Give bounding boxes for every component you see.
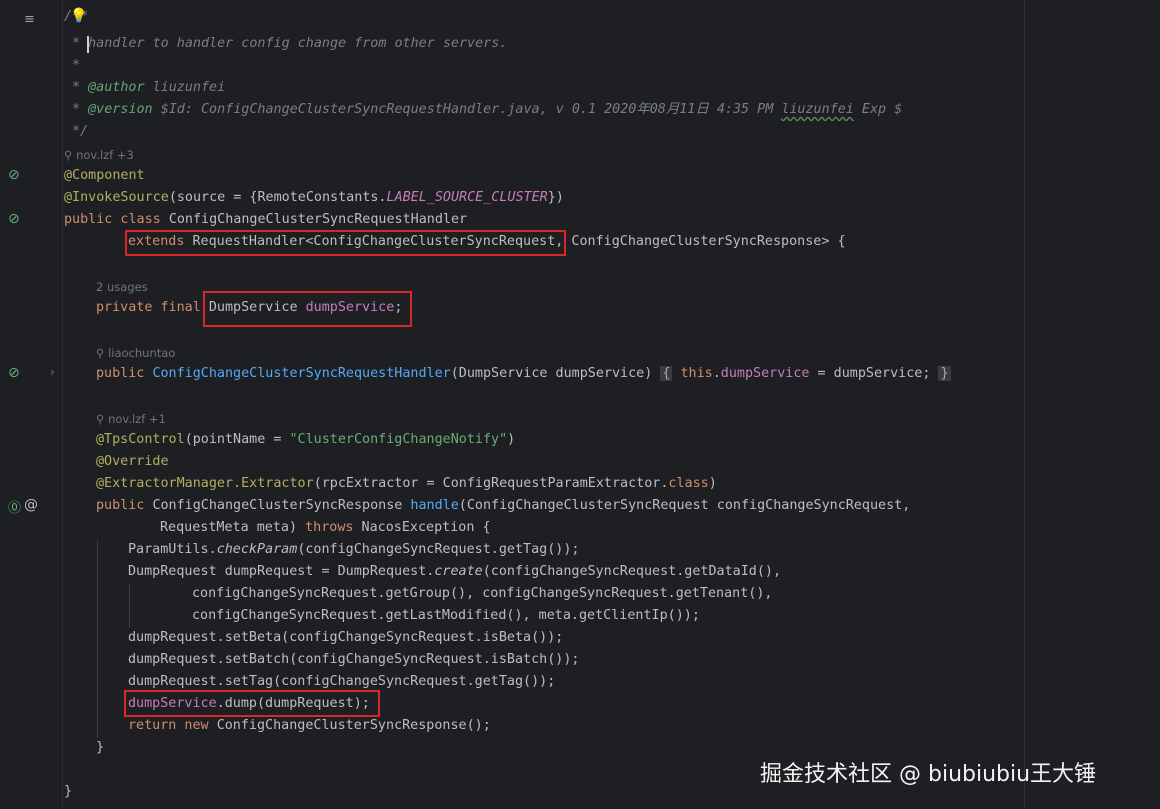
code-vision-author[interactable]: ⚲ nov.lzf +3 [64,147,134,163]
editor-gutter: ≡ ⊘ ⊘ ⊘ › ⓪ @ [0,0,63,809]
right-margin-guide [1024,0,1025,809]
code-line-dump-request-args2: configChangeSyncRequest.getLastModified(… [192,608,700,623]
code-line-dump-request: DumpRequest dumpRequest = DumpRequest.cr… [128,564,782,579]
indent-guide [129,584,130,628]
code-line-constructor: public ConfigChangeClusterSyncRequestHan… [96,366,951,381]
highlight-box-dump-call [124,690,380,717]
code-line-method-close: } [96,740,105,755]
code-line-invoke-source: @InvokeSource(source = {RemoteConstants.… [64,190,564,205]
code-line-dump-request-args1: configChangeSyncRequest.getGroup(), conf… [192,586,773,601]
code-vision-author[interactable]: ⚲ liaochuntao [96,345,175,361]
code-line-set-beta: dumpRequest.setBeta(configChangeSyncRequ… [128,630,564,645]
code-line-class-decl: public class ConfigChangeClusterSyncRequ… [64,212,468,227]
code-line-set-batch: dumpRequest.setBatch(configChangeSyncReq… [128,652,580,667]
code-line-check-param: ParamUtils.checkParam(configChangeSyncRe… [128,542,580,557]
code-line-comment-version: * @version $Id: ConfigChangeClusterSyncR… [72,102,903,117]
code-line-component: @Component [64,168,145,183]
watermark: 掘金技术社区 @ biubiubiu王大锤 [760,762,1097,787]
structure-icon[interactable]: ≡ [24,12,35,27]
code-line-handle-decl: public ConfigChangeClusterSyncResponse h… [96,498,911,513]
code-line-comment-author: * @author liuzunfei [72,80,226,95]
code-line-class-close: } [64,784,73,799]
folded-block-close[interactable]: } [938,366,951,381]
implement-icon[interactable]: ⓪ [8,497,21,516]
highlight-box-extends [125,230,566,256]
indent-guide [97,540,98,738]
code-line-comment-desc: * handler to handler config change from … [72,36,508,51]
code-vision-author[interactable]: ⚲ nov.lzf +1 [96,411,166,427]
code-line-return: return new ConfigChangeClusterSyncRespon… [128,718,491,733]
folded-block-open[interactable]: { [660,366,673,381]
at-icon[interactable]: @ [24,497,38,513]
bean-icon[interactable]: ⊘ [8,211,20,227]
code-line-comment-blank: * [72,58,81,73]
highlight-box-field [203,291,412,327]
code-line-tps-control: @TpsControl(pointName = "ClusterConfigCh… [96,432,516,447]
code-line-comment-close: */ [72,124,89,139]
code-line-extractor: @ExtractorManager.Extractor(rpcExtractor… [96,476,717,491]
bean-icon[interactable]: ⊘ [8,365,20,381]
code-line-handle-params: RequestMeta meta) throws NacosException … [160,520,491,535]
code-vision-usages[interactable]: 2 usages [96,279,148,295]
bean-icon[interactable]: ⊘ [8,167,20,183]
code-line-override: @Override [96,454,169,469]
fold-arrow-icon[interactable]: › [50,365,55,379]
bulb-icon[interactable]: 💡 [70,8,87,24]
